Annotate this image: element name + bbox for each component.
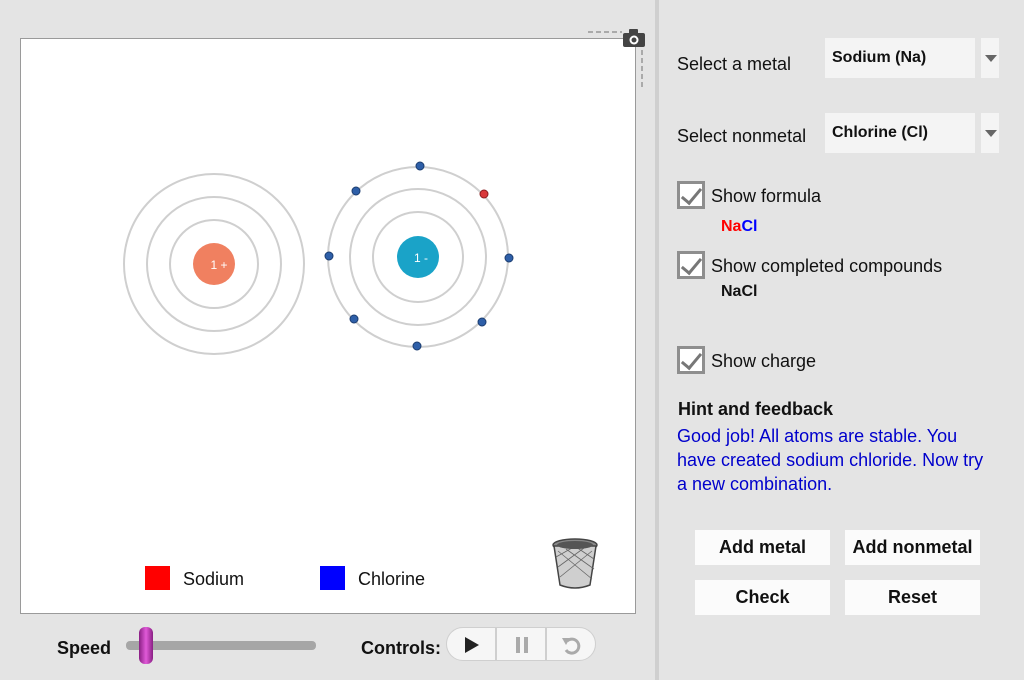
simulation-canvas[interactable]: 1 + 1 - Sodium Chlorine <box>20 38 636 614</box>
metal-select-arrow-icon[interactable] <box>981 38 999 78</box>
hint-line: have created sodium chloride. Now try <box>677 450 984 470</box>
pause-icon <box>516 637 528 653</box>
scroll-dashes <box>640 50 644 90</box>
replay-icon <box>562 637 581 655</box>
chlorine-atom[interactable]: 1 - <box>324 161 514 351</box>
pause-button[interactable] <box>496 627 546 661</box>
sodium-atom[interactable]: 1 + <box>123 173 305 355</box>
camera-icon[interactable] <box>586 26 646 50</box>
electron <box>477 317 487 327</box>
formula-nonmetal: Cl <box>741 218 758 235</box>
trash-can-icon[interactable] <box>552 538 598 589</box>
atoms-drawing: 1 + 1 - <box>123 161 598 589</box>
electron <box>324 251 334 261</box>
chlorine-charge-label: 1 - <box>414 251 428 265</box>
speed-slider-thumb[interactable] <box>139 627 153 664</box>
transferred-electron <box>479 189 489 199</box>
speed-slider-track[interactable] <box>126 641 316 650</box>
formula-display: NaCl <box>721 218 757 236</box>
replay-button[interactable] <box>546 627 596 661</box>
nonmetal-select-arrow-icon[interactable] <box>981 113 999 153</box>
nonmetal-select-label: Select nonmetal <box>677 126 807 146</box>
speed-label: Speed <box>57 638 112 658</box>
hint-line: a new combination. <box>677 474 833 494</box>
show-completed-checkbox[interactable] <box>677 251 705 279</box>
chlorine-legend-swatch <box>320 566 345 590</box>
electron <box>351 186 361 196</box>
sodium-legend-swatch <box>145 566 170 590</box>
hint-line: Good job! All atoms are stable. You <box>677 426 958 446</box>
metal-select[interactable]: Sodium (Na) <box>825 38 975 78</box>
add-metal-button[interactable]: Add metal <box>695 530 830 565</box>
metal-select-label: Select a metal <box>677 54 792 74</box>
play-button[interactable] <box>446 627 496 661</box>
electron <box>504 253 514 263</box>
electron <box>349 314 359 324</box>
electron <box>415 161 425 171</box>
hint-title: Hint and feedback <box>678 399 834 419</box>
show-formula-label: Show formula <box>711 186 822 206</box>
show-charge-label: Show charge <box>711 351 817 371</box>
panel-divider <box>655 0 659 680</box>
play-icon <box>465 637 479 653</box>
controls-label: Controls: <box>361 638 441 658</box>
formula-metal: Na <box>721 218 742 235</box>
show-charge-checkbox[interactable] <box>677 346 705 374</box>
hint-text: Good job! All atoms are stable. You have… <box>677 424 1017 496</box>
check-button[interactable]: Check <box>695 580 830 615</box>
nonmetal-select[interactable]: Chlorine (Cl) <box>825 113 975 153</box>
completed-compound: NaCl <box>721 283 758 300</box>
reset-button[interactable]: Reset <box>845 580 980 615</box>
sodium-legend-label: Sodium <box>183 569 245 589</box>
show-completed-label: Show completed compounds <box>711 256 943 276</box>
add-nonmetal-button[interactable]: Add nonmetal <box>845 530 980 565</box>
electron <box>412 341 422 351</box>
sodium-charge-label: 1 + <box>210 258 227 272</box>
show-formula-checkbox[interactable] <box>677 181 705 209</box>
chlorine-legend-label: Chlorine <box>358 569 426 589</box>
